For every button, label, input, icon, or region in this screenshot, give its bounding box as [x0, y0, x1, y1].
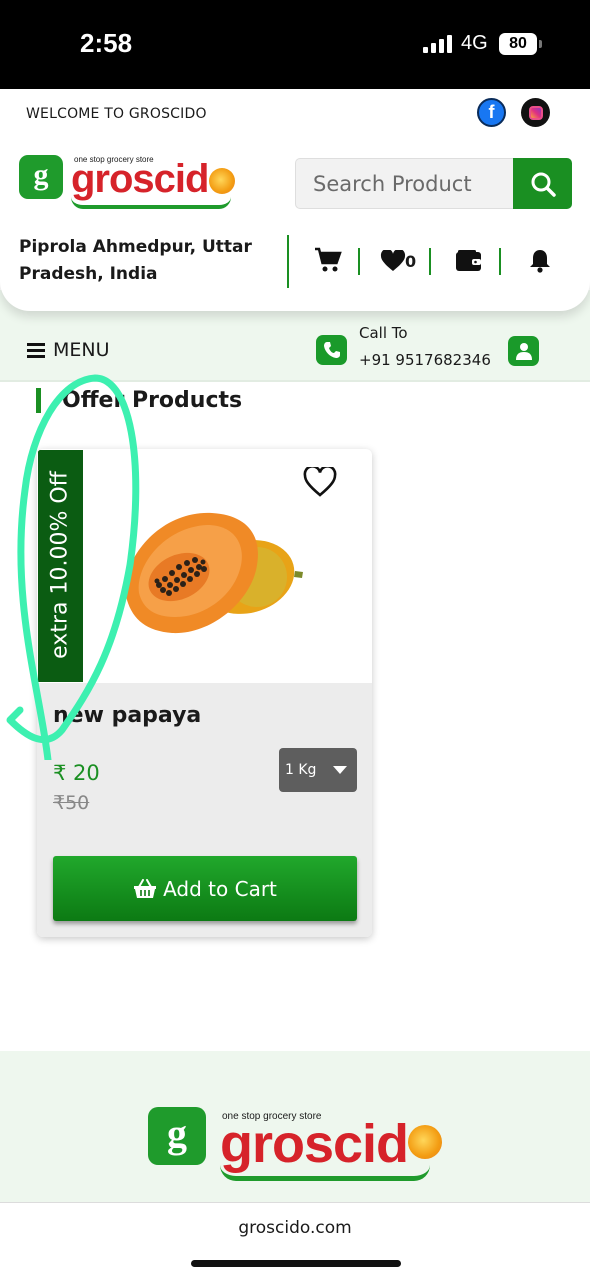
basket-icon: [134, 878, 157, 898]
orange-icon: [408, 1125, 442, 1159]
product-details: new papaya ₹ 20 ₹50 1 Kg Add to Cart: [37, 683, 372, 937]
unit-value: 1 Kg: [285, 762, 317, 778]
phone-icon[interactable]: [316, 335, 347, 365]
logo-swoosh: [220, 1165, 430, 1181]
menu-button[interactable]: MENU: [27, 339, 110, 361]
divider: [499, 248, 501, 275]
status-bar: 2:58 4G 80: [0, 0, 590, 89]
site-url[interactable]: groscido.com: [0, 1218, 590, 1238]
bell-icon[interactable]: [529, 248, 551, 277]
section-accent: [36, 388, 41, 413]
wallet-icon[interactable]: [456, 250, 481, 275]
caret-down-icon: [333, 766, 347, 774]
battery-icon: 80: [499, 33, 542, 55]
product-card[interactable]: extra 10.00% Off new papaya ₹ 20 ₹50 1 K…: [37, 449, 372, 937]
discount-ribbon: extra 10.00% Off: [38, 450, 83, 682]
network-type: 4G: [461, 32, 488, 54]
wishlist-heart-icon[interactable]: [303, 465, 337, 501]
search-icon: [531, 172, 556, 197]
menu-label: MENU: [53, 339, 110, 361]
instagram-icon[interactable]: [521, 98, 550, 127]
unit-select[interactable]: 1 Kg: [279, 748, 357, 792]
search-button[interactable]: [513, 158, 572, 209]
home-indicator[interactable]: [191, 1260, 401, 1267]
product-price: ₹ 20: [53, 761, 100, 785]
divider: [358, 248, 360, 275]
wishlist-icon[interactable]: [380, 248, 406, 276]
logo-g-mark: g: [19, 155, 63, 199]
facebook-icon[interactable]: f: [477, 98, 506, 127]
discount-text: extra 10.00% Off: [47, 471, 73, 659]
section-title: Offer Products: [62, 388, 243, 413]
status-time: 2:58: [80, 28, 133, 58]
delivery-address[interactable]: Piprola Ahmedpur, Uttar Pradesh, India: [19, 234, 269, 288]
orange-icon: [209, 168, 235, 194]
logo-wordmark: groscid: [71, 157, 209, 201]
add-to-cart-label: Add to Cart: [163, 876, 277, 901]
user-icon[interactable]: [508, 336, 539, 366]
hamburger-icon: [27, 343, 45, 358]
search-bar: [295, 158, 572, 209]
search-input[interactable]: [295, 158, 513, 209]
product-mrp: ₹50: [53, 792, 90, 814]
product-name[interactable]: new papaya: [53, 703, 201, 728]
divider: [429, 248, 431, 275]
call-number[interactable]: +91 9517682346: [359, 351, 491, 369]
cart-icon[interactable]: [314, 247, 342, 277]
logo-g-mark: g: [148, 1107, 206, 1165]
add-to-cart-button[interactable]: Add to Cart: [53, 856, 357, 921]
wishlist-count: 0: [405, 252, 417, 271]
product-image[interactable]: [117, 505, 307, 635]
call-label: Call To: [359, 324, 408, 342]
site-header: WELCOME TO GROSCIDO f g one stop grocery…: [0, 89, 590, 311]
site-logo[interactable]: g one stop grocery store groscid: [19, 153, 239, 213]
welcome-text: WELCOME TO GROSCIDO: [26, 106, 207, 122]
signal-icon: [423, 35, 453, 53]
site-footer: g one stop grocery store groscid: [0, 1051, 590, 1203]
footer-logo[interactable]: g one stop grocery store groscid: [148, 1105, 448, 1185]
divider: [287, 235, 289, 288]
logo-swoosh: [71, 197, 231, 209]
